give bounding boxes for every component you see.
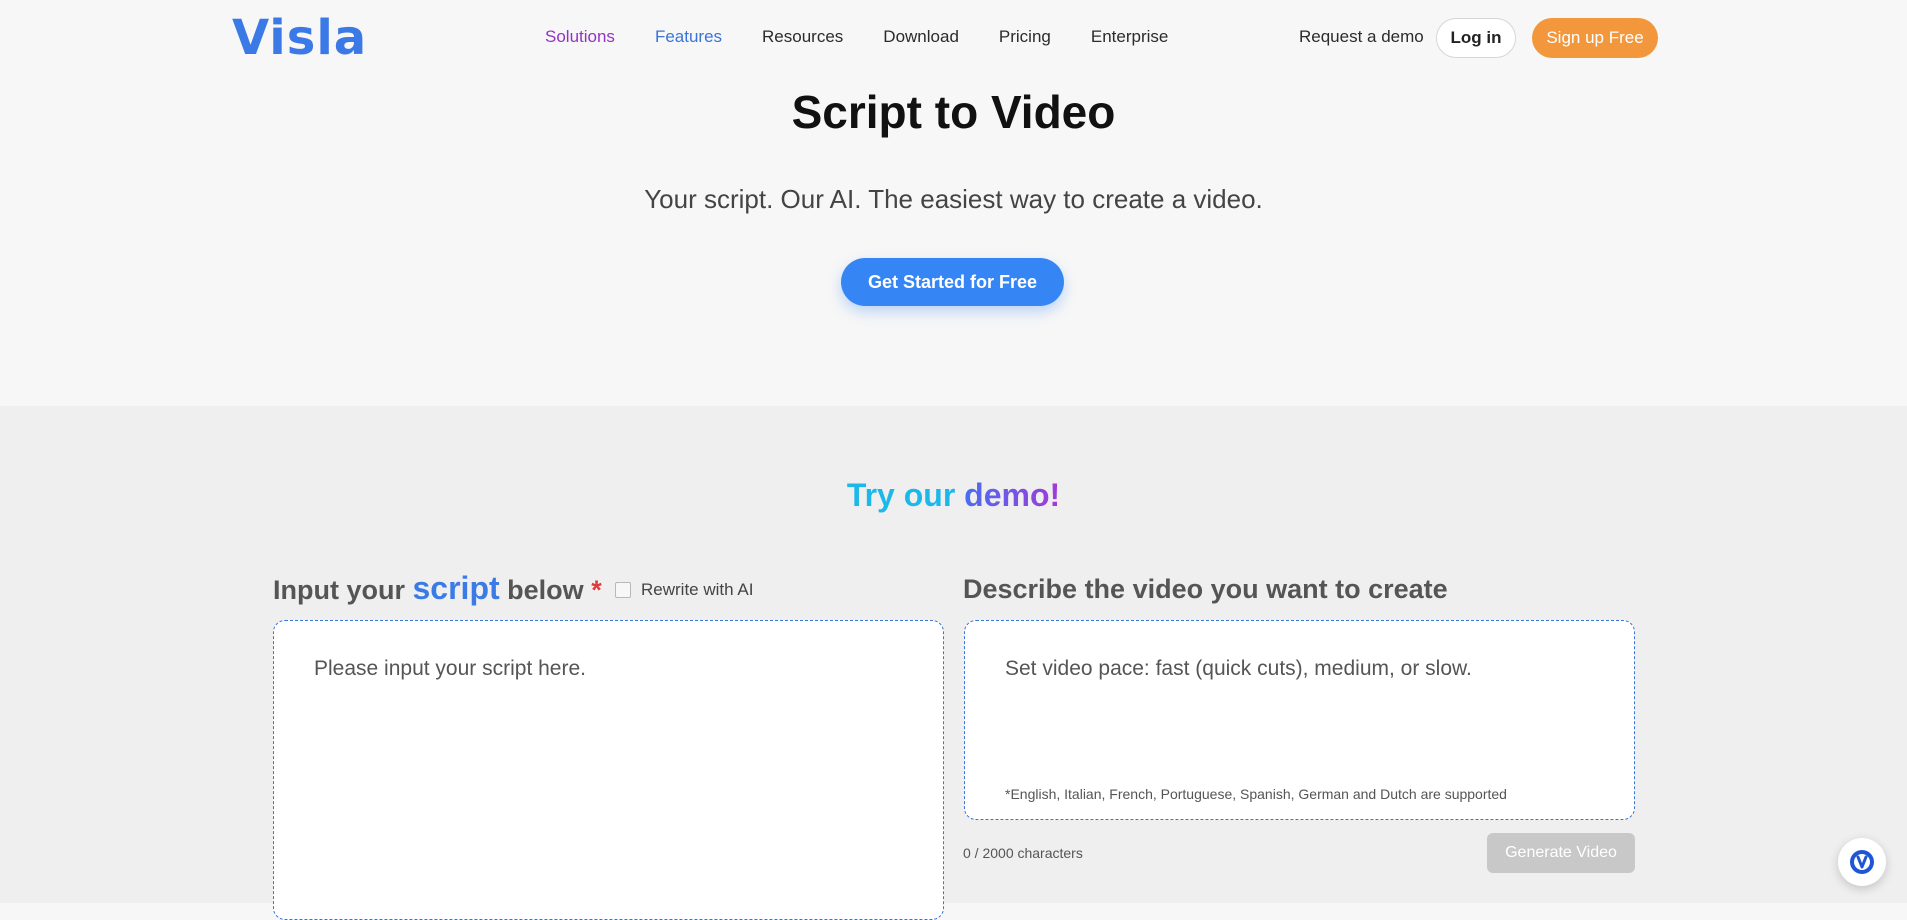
demo-title-try: Try our <box>846 477 956 513</box>
chat-widget-button[interactable] <box>1838 838 1886 886</box>
script-label-highlight: script <box>412 570 500 606</box>
nav-item-pricing[interactable]: Pricing <box>999 26 1051 48</box>
checkbox-box[interactable] <box>615 582 631 598</box>
main-nav: Solutions Features Resources Download Pr… <box>545 26 1168 48</box>
script-textarea[interactable]: Please input your script here. <box>273 620 944 920</box>
script-placeholder: Please input your script here. <box>314 657 586 680</box>
script-label-prefix: Input your <box>273 575 405 605</box>
demo-title: Try our demo! <box>0 474 1907 516</box>
demo-title-demo: demo! <box>964 477 1061 513</box>
supported-languages-note: *English, Italian, French, Portuguese, S… <box>1005 786 1507 802</box>
rewrite-with-ai-checkbox[interactable]: Rewrite with AI <box>615 580 753 600</box>
nav-item-download[interactable]: Download <box>883 26 959 48</box>
nav-item-resources[interactable]: Resources <box>762 26 843 48</box>
login-button[interactable]: Log in <box>1436 18 1516 58</box>
chat-assistant-icon <box>1850 850 1874 874</box>
script-input-label: Input your script below * <box>273 570 602 608</box>
hero-subtitle: Your script. Our AI. The easiest way to … <box>644 184 1263 214</box>
describe-placeholder: Set video pace: fast (quick cuts), mediu… <box>1005 657 1472 680</box>
generate-video-button[interactable]: Generate Video <box>1487 833 1635 873</box>
site-header: Visla Solutions Features Resources Downl… <box>0 0 1907 75</box>
required-asterisk: * <box>591 575 602 605</box>
get-started-button[interactable]: Get Started for Free <box>841 258 1064 306</box>
page-title: Script to Video <box>791 86 1116 138</box>
nav-item-features[interactable]: Features <box>655 26 722 48</box>
nav-item-solutions[interactable]: Solutions <box>545 26 615 48</box>
describe-video-label: Describe the video you want to create <box>963 574 1448 604</box>
demo-section: Try our demo! Input your script below * … <box>0 406 1907 920</box>
visla-logo[interactable]: Visla <box>232 8 367 68</box>
rewrite-with-ai-label: Rewrite with AI <box>641 580 754 599</box>
character-count: 0 / 2000 characters <box>963 845 1083 861</box>
describe-video-textarea[interactable]: Set video pace: fast (quick cuts), mediu… <box>964 620 1635 820</box>
nav-item-enterprise[interactable]: Enterprise <box>1091 26 1168 48</box>
signup-button[interactable]: Sign up Free <box>1532 18 1658 58</box>
script-label-suffix: below <box>507 575 584 605</box>
request-demo-link[interactable]: Request a demo <box>1299 26 1424 48</box>
